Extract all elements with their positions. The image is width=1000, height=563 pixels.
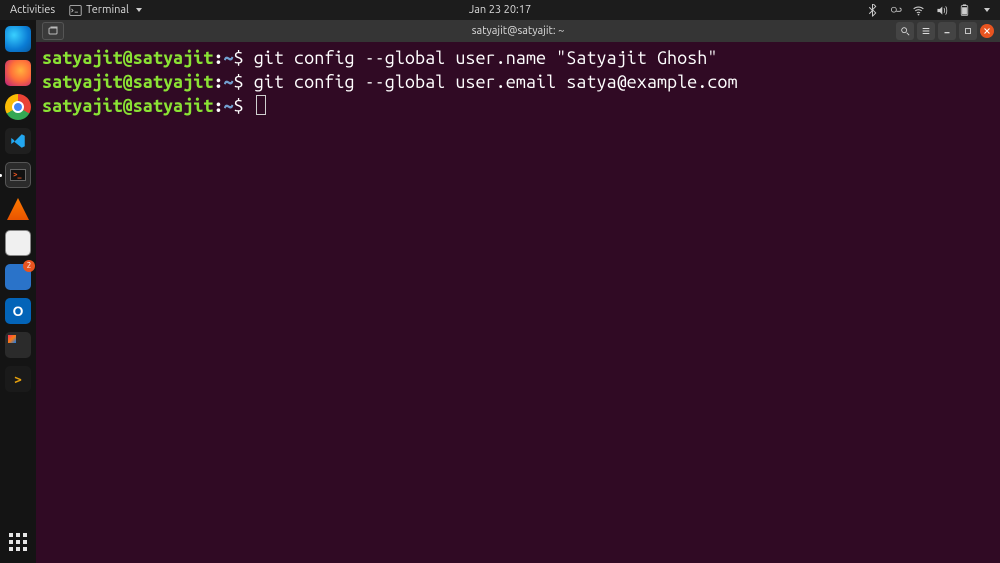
- apps-grid-icon: [9, 533, 27, 551]
- top-panel: Activities Terminal Jan 23 20:17: [0, 0, 1000, 20]
- cursor: [256, 95, 266, 115]
- dock-item-chrome[interactable]: [3, 92, 33, 122]
- new-tab-icon: [47, 25, 59, 37]
- terminal-line: satyajit@satyajit:~$ git config --global…: [42, 46, 994, 70]
- minimize-icon: [942, 26, 952, 36]
- datetime-label: Jan 23 20:17: [469, 4, 531, 16]
- app-menu[interactable]: Terminal: [69, 4, 142, 17]
- chrome-icon: [5, 94, 31, 120]
- new-tab-button[interactable]: [42, 22, 64, 40]
- dock-item-edge[interactable]: [3, 24, 33, 54]
- outlook-icon: O: [5, 298, 31, 324]
- firefox-icon: [5, 60, 31, 86]
- hamburger-icon: [921, 26, 931, 36]
- clock[interactable]: Jan 23 20:17: [469, 4, 531, 16]
- files-icon: [5, 230, 31, 256]
- battery-icon[interactable]: [958, 4, 971, 17]
- weather-icon[interactable]: [889, 4, 902, 17]
- wifi-icon[interactable]: [912, 4, 925, 17]
- terminal-body[interactable]: satyajit@satyajit:~$ git config --global…: [36, 42, 1000, 563]
- dock-item-terminal[interactable]: >_: [3, 160, 33, 190]
- maximize-icon: [963, 26, 973, 36]
- close-button[interactable]: [980, 24, 994, 38]
- dock: >_ 2 O >: [0, 20, 36, 563]
- vlc-icon: [7, 198, 29, 220]
- dock-item-vscode[interactable]: [3, 126, 33, 156]
- dock-item-firefox[interactable]: [3, 58, 33, 88]
- intellij-icon: [5, 332, 31, 358]
- search-button[interactable]: [896, 22, 914, 40]
- system-menu-chevron-icon[interactable]: [984, 8, 990, 12]
- maximize-button[interactable]: [959, 22, 977, 40]
- terminal-line: satyajit@satyajit:~$ git config --global…: [42, 70, 994, 94]
- app-menu-label: Terminal: [86, 4, 129, 16]
- window-title: satyajit@satyajit: ~: [472, 25, 565, 37]
- chevron-down-icon: [136, 8, 142, 12]
- terminal-line: satyajit@satyajit:~$: [42, 94, 994, 118]
- dock-item-outlook[interactable]: O: [3, 296, 33, 326]
- bluetooth-icon[interactable]: [866, 4, 879, 17]
- dock-item-libreoffice-writer[interactable]: 2: [3, 262, 33, 292]
- show-applications-button[interactable]: [3, 527, 33, 557]
- activities-button[interactable]: Activities: [10, 4, 55, 16]
- volume-icon[interactable]: [935, 4, 948, 17]
- close-icon: [982, 26, 992, 36]
- plex-icon: >: [5, 366, 31, 392]
- activities-label: Activities: [10, 4, 55, 16]
- minimize-button[interactable]: [938, 22, 956, 40]
- search-icon: [900, 26, 910, 36]
- work-area: satyajit@satyajit: ~: [36, 20, 1000, 563]
- titlebar[interactable]: satyajit@satyajit: ~: [36, 20, 1000, 42]
- terminal-app-icon: [69, 4, 82, 17]
- hamburger-menu-button[interactable]: [917, 22, 935, 40]
- edge-icon: [5, 26, 31, 52]
- dock-item-intellij[interactable]: [3, 330, 33, 360]
- badge-count: 2: [23, 260, 35, 272]
- dock-item-vlc[interactable]: [3, 194, 33, 224]
- terminal-window: satyajit@satyajit: ~: [36, 20, 1000, 563]
- dock-item-plex[interactable]: >: [3, 364, 33, 394]
- dock-item-files[interactable]: [3, 228, 33, 258]
- desktop: Activities Terminal Jan 23 20:17: [0, 0, 1000, 563]
- terminal-icon: >_: [5, 162, 31, 188]
- vscode-icon: [5, 128, 31, 154]
